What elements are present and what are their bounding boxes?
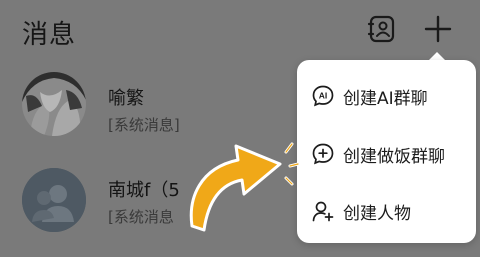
- create-menu: AI 创建AI群聊 创建做饭群聊 创建人物: [297, 60, 476, 243]
- chat-preview: [系统消息]: [108, 116, 180, 134]
- contacts-icon[interactable]: [367, 14, 397, 44]
- ai-chat-icon: AI: [312, 85, 334, 107]
- svg-text:AI: AI: [319, 91, 328, 101]
- chat-name: 南城f（5: [108, 180, 180, 201]
- add-person-icon: [312, 201, 334, 222]
- chat-plus-icon: [312, 143, 334, 165]
- page-title: 消息: [22, 20, 77, 50]
- menu-item-label: 创建人物: [343, 204, 411, 224]
- pointer-arrow-icon: [189, 142, 300, 232]
- plus-icon[interactable]: [423, 14, 453, 44]
- chat-preview: [系统消息: [108, 208, 174, 226]
- menu-item-create-cooking-group[interactable]: 创建做饭群聊: [297, 130, 476, 180]
- avatar-illustration-icon: [22, 72, 86, 136]
- menu-item-label: 创建AI群聊: [343, 89, 428, 109]
- avatar: [22, 168, 86, 232]
- group-avatar-icon: [22, 168, 86, 232]
- menu-item-create-ai-group[interactable]: AI 创建AI群聊: [297, 72, 476, 122]
- menu-item-label: 创建做饭群聊: [343, 147, 445, 167]
- chat-name: 喻繁: [108, 88, 144, 109]
- avatar: [22, 72, 86, 136]
- menu-item-create-character[interactable]: 创建人物: [297, 187, 476, 237]
- top-header: 消息: [0, 0, 480, 62]
